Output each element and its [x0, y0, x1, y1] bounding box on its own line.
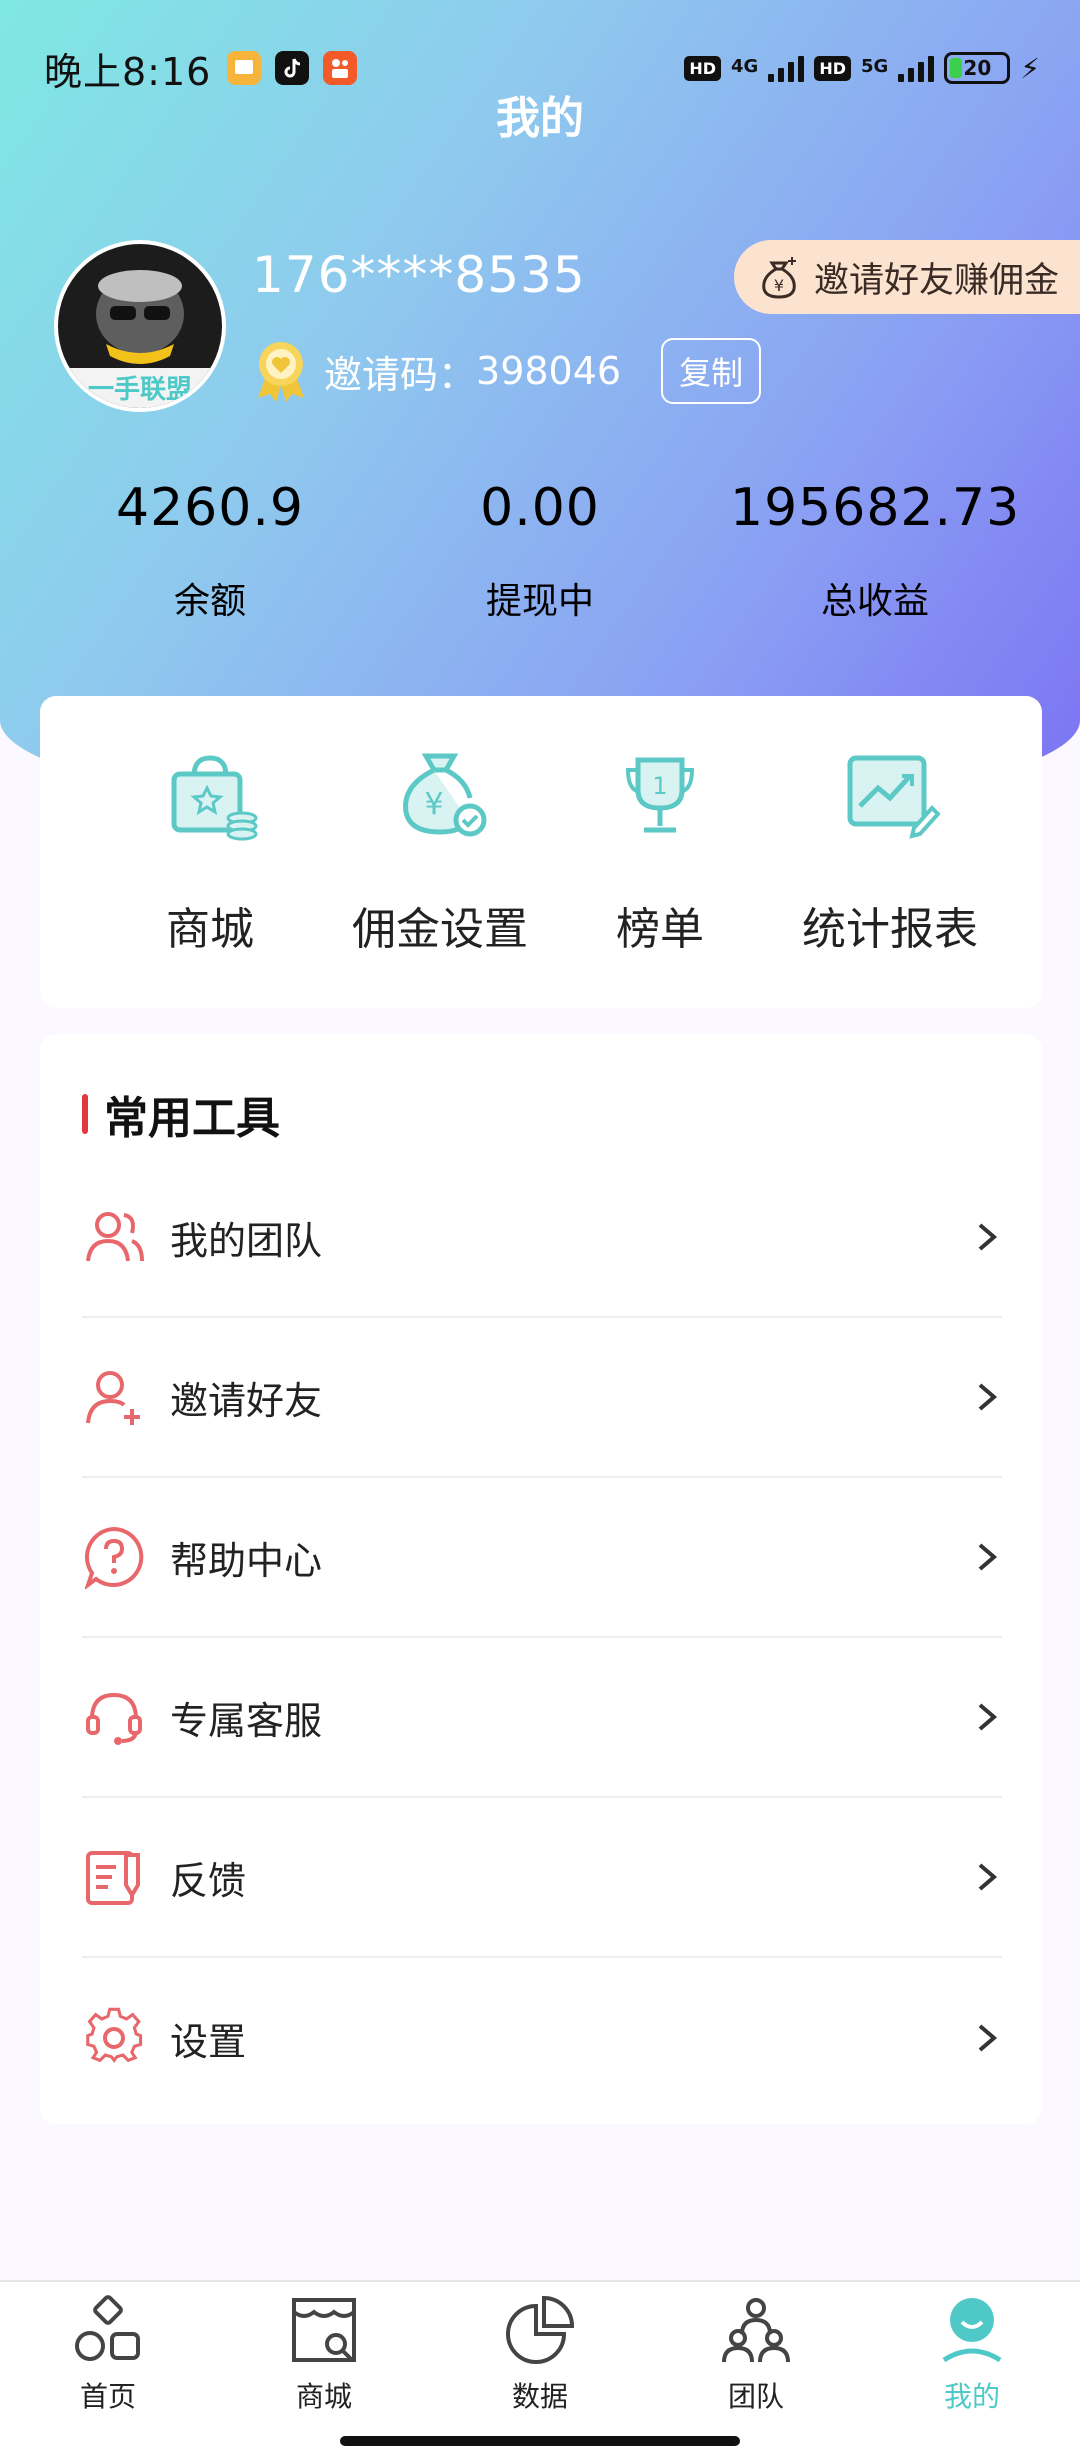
battery-level: 20 [963, 56, 992, 80]
avatar[interactable]: 一手联盟 [54, 240, 226, 412]
svg-text:¥: ¥ [424, 787, 443, 822]
help-icon [84, 1526, 144, 1589]
tool-row-my-team-label: 我的团队 [170, 1218, 323, 1263]
chart-report-icon [847, 755, 941, 839]
invite-code-label: 邀请码： [324, 352, 477, 397]
quick-action-store-label: 商城 [166, 904, 254, 955]
stat-total-income-label: 总收益 [820, 581, 929, 622]
team-icon [86, 1212, 144, 1262]
quick-action-ranking[interactable]: 1 榜单 [560, 746, 760, 957]
stat-balance-label: 余额 [173, 581, 246, 622]
trophy-icon: 1 [625, 757, 695, 833]
home-icon [75, 2295, 140, 2361]
chevron-right-icon [978, 1223, 998, 1251]
quick-action-statistics-label: 统计报表 [802, 904, 978, 955]
chevron-right-icon [978, 2024, 998, 2052]
avatar-text: 一手联盟 [88, 375, 192, 405]
tab-mine[interactable]: 我的 [912, 2294, 1032, 2415]
user-phone: 176****8535 [252, 246, 586, 304]
tool-row-settings[interactable]: 设置 [82, 1958, 1002, 2118]
hd-badge-2: HD [814, 55, 852, 81]
quick-action-statistics-report[interactable]: 统计报表 [760, 746, 1020, 957]
tab-home[interactable]: 首页 [48, 2294, 168, 2415]
chevron-right-icon [978, 1703, 998, 1731]
tab-store-label: 商城 [295, 2380, 352, 2413]
tool-row-settings-label: 设置 [170, 2019, 247, 2064]
tab-store[interactable]: 商城 [264, 2294, 384, 2415]
status-indicators: HD 4G HD 5G 20 ⚡ [684, 52, 1040, 85]
charging-icon: ⚡ [1020, 51, 1040, 85]
tool-row-help-center[interactable]: 帮助中心 [82, 1478, 1002, 1638]
profile-icon [942, 2298, 1002, 2363]
money-bag-icon: ¥ [403, 753, 487, 837]
money-bag-icon: ¥ [762, 257, 796, 299]
store-icon [292, 2298, 356, 2362]
page-title: 我的 [496, 93, 584, 144]
svg-text:1: 1 [652, 772, 667, 800]
stat-balance-value: 4260.9 [116, 478, 304, 538]
tab-home-label: 首页 [79, 2380, 136, 2413]
invite-code-value: 398046 [476, 349, 622, 393]
invite-friend-earn-button[interactable]: ¥ 邀请好友赚佣金 [734, 240, 1080, 314]
quick-action-store[interactable]: 商城 [110, 746, 310, 957]
tiktok-app-icon [275, 51, 310, 85]
tab-mine-label: 我的 [943, 2380, 1000, 2413]
shopping-bag-icon [171, 755, 258, 841]
bottom-tab-bar: 首页 商城 数据 团队 我的 [0, 2280, 1080, 2460]
gear-icon [86, 2007, 143, 2063]
home-indicator[interactable] [340, 2436, 740, 2446]
tool-row-customer-service-label: 专属客服 [170, 1698, 323, 1743]
svg-text:¥: ¥ [774, 276, 784, 295]
feedback-icon [86, 1851, 140, 1905]
message-app-icon [227, 51, 262, 85]
copy-button[interactable]: 复制 [661, 338, 762, 404]
tool-row-customer-service[interactable]: 专属客服 [82, 1638, 1002, 1798]
tool-row-feedback[interactable]: 反馈 [82, 1798, 1002, 1958]
title-accent-bar [82, 1094, 88, 1134]
tool-row-my-team[interactable]: 我的团队 [82, 1158, 1002, 1318]
tab-data[interactable]: 数据 [480, 2294, 600, 2415]
tool-row-invite-friend[interactable]: 邀请好友 [82, 1318, 1002, 1478]
page: 晚上8:16 HD 4G HD 5G 20 ⚡ 我的 一手联盟 176****8… [0, 0, 1080, 2460]
add-user-icon [86, 1371, 140, 1425]
battery-icon: 20 [944, 52, 1011, 84]
quick-action-ranking-label: 榜单 [616, 904, 704, 955]
hd-badge: HD [684, 55, 722, 81]
avatar-image: 一手联盟 [58, 244, 222, 408]
common-tools-title: 常用工具 [82, 1082, 280, 1146]
medal-icon [258, 342, 304, 402]
stat-total-income[interactable]: 195682.73 总收益 [730, 478, 1020, 624]
network-type-5g: 5G [861, 55, 889, 77]
headset-icon [86, 1692, 142, 1745]
quick-action-commission-settings[interactable]: ¥ 佣金设置 [290, 746, 590, 957]
tool-row-feedback-label: 反馈 [170, 1858, 247, 1903]
stat-balance[interactable]: 4260.9 余额 [110, 478, 310, 624]
pie-chart-icon [506, 2295, 575, 2364]
stat-withdrawing-label: 提现中 [485, 581, 594, 622]
invite-friend-label: 邀请好友赚佣金 [814, 260, 1060, 301]
chevron-right-icon [978, 1543, 998, 1571]
team-tree-icon [722, 2298, 790, 2363]
tool-row-help-center-label: 帮助中心 [170, 1538, 323, 1583]
chevron-right-icon [978, 1383, 998, 1411]
quick-actions-card: 商城 ¥ 佣金设置 1 榜单 统计报表 [40, 696, 1042, 1008]
tab-team[interactable]: 团队 [696, 2294, 816, 2415]
stat-total-income-value: 195682.73 [730, 478, 1021, 538]
stat-withdrawing[interactable]: 0.00 提现中 [440, 478, 640, 624]
quick-action-commission-label: 佣金设置 [352, 904, 528, 955]
kuaishou-app-icon [323, 51, 358, 85]
invite-code-row: 邀请码： 398046 复制 [252, 338, 762, 404]
tool-row-invite-friend-label: 邀请好友 [170, 1378, 323, 1423]
common-tools-title-text: 常用工具 [104, 1093, 280, 1144]
tab-data-label: 数据 [511, 2380, 568, 2413]
signal-bars-icon-2 [898, 54, 935, 82]
chevron-right-icon [978, 1863, 998, 1891]
network-type-4g: 4G [731, 55, 759, 77]
common-tools-card: 常用工具 我的团队 邀请好友 帮助中心 专属客服 反馈 设置 [40, 1034, 1042, 2124]
stat-withdrawing-value: 0.00 [480, 478, 600, 538]
status-app-icons [227, 51, 358, 85]
signal-bars-icon [768, 54, 805, 82]
tab-team-label: 团队 [727, 2380, 784, 2413]
